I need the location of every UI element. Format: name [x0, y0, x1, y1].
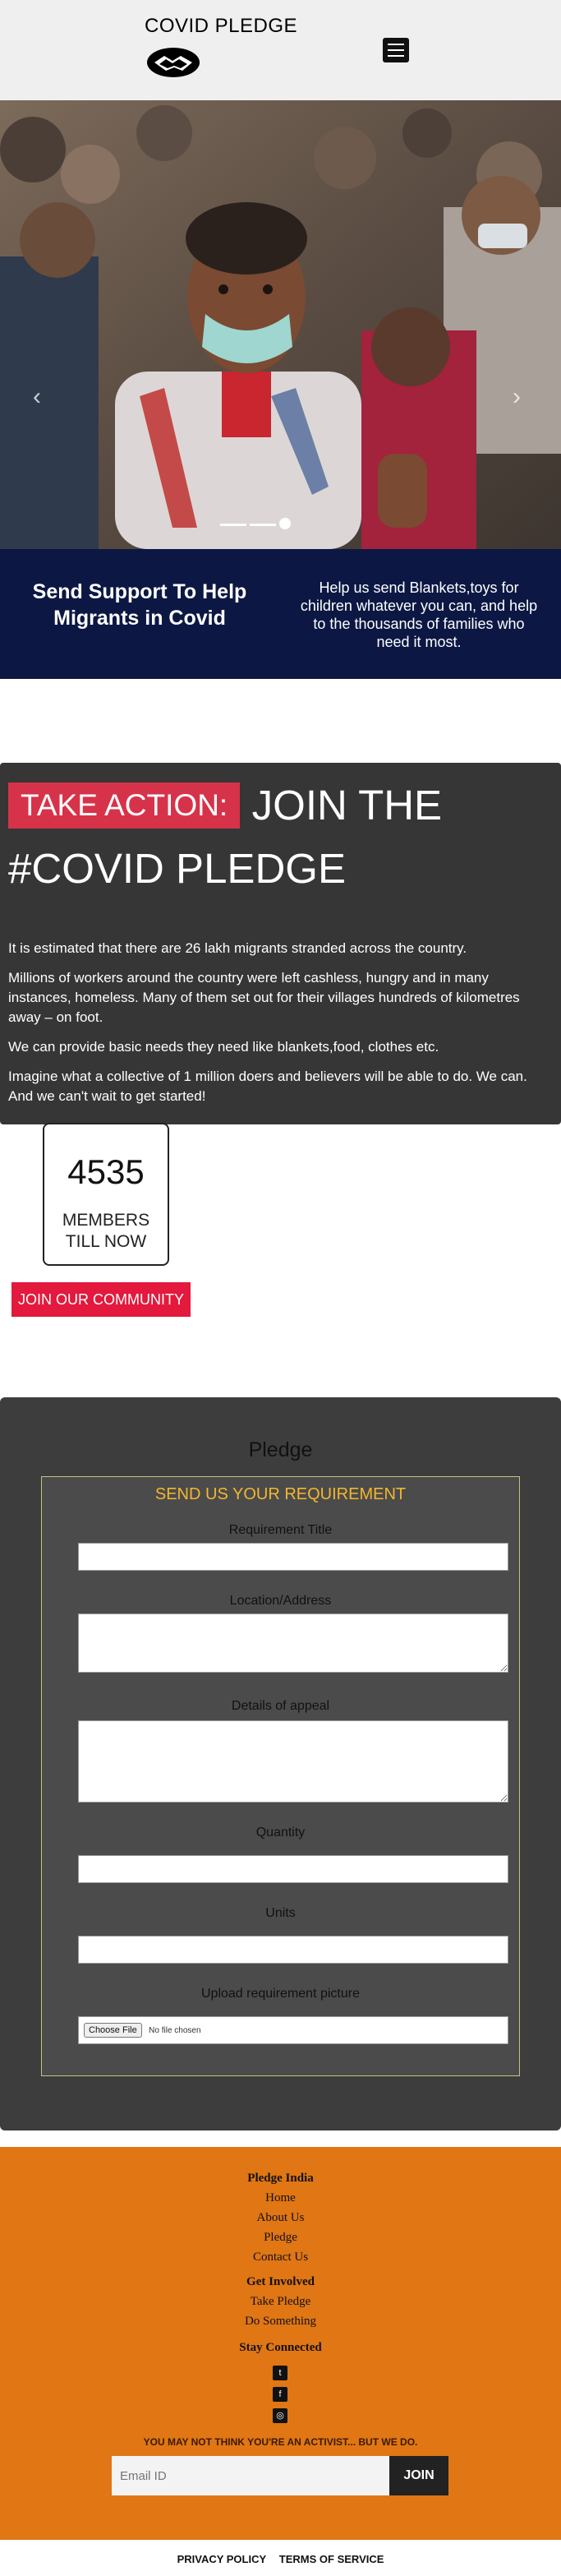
units-label: Units — [265, 1906, 296, 1920]
details-label: Details of appeal — [231, 1699, 330, 1713]
requirement-title-input[interactable] — [78, 1543, 508, 1571]
join-community-button[interactable]: JOIN OUR COMMUNITY — [11, 1282, 191, 1317]
action-paragraph: Imagine what a collective of 1 million d… — [8, 1069, 527, 1104]
location-textarea[interactable] — [78, 1613, 508, 1673]
quantity-label: Quantity — [255, 1826, 306, 1840]
hero-image — [0, 100, 561, 549]
terms-of-service-link[interactable]: TERMS OF SERVICE — [279, 2553, 384, 2565]
carousel-next-button[interactable]: › — [513, 383, 521, 411]
site-footer: Pledge India Home About Us Pledge Contac… — [0, 2147, 561, 2540]
newsletter-join-button[interactable]: JOIN — [389, 2456, 448, 2495]
banner-text: Help us send Blankets,toys for children … — [300, 579, 538, 650]
choose-file-button[interactable]: Choose File — [84, 2023, 142, 2038]
footer-heading-get-involved: Get Involved — [246, 2275, 315, 2288]
twitter-icon[interactable]: t — [273, 2366, 287, 2380]
action-description: It is estimated that there are 26 lakh m… — [8, 939, 542, 1116]
upload-label: Upload requirement picture — [201, 1987, 360, 2001]
handshake-icon[interactable] — [145, 44, 202, 81]
take-action-hashtag: #COVID PLEDGE — [8, 845, 346, 892]
pledge-section: Pledge SEND US YOUR REQUIREMENT Requirem… — [0, 1397, 561, 2131]
file-status: No file chosen — [149, 2026, 201, 2035]
details-textarea[interactable] — [78, 1720, 508, 1803]
footer-link-about-us[interactable]: About Us — [0, 2211, 561, 2225]
footer-heading-pledge-india: Pledge India — [247, 2172, 314, 2185]
carousel-indicator-1[interactable] — [220, 524, 246, 526]
action-paragraph: Millions of workers around the country w… — [8, 970, 520, 1025]
footer-link-take-pledge[interactable]: Take Pledge — [0, 2295, 561, 2309]
footer-link-contact-us[interactable]: Contact Us — [0, 2251, 561, 2264]
carousel-prev-button[interactable]: ‹ — [33, 383, 41, 411]
upload-field: Choose File No file chosen — [78, 2016, 508, 2044]
form-title: SEND US YOUR REQUIREMENT — [154, 1485, 407, 1503]
members-label: MEMBERS TILL NOW — [62, 1211, 150, 1251]
instagram-icon[interactable]: ◎ — [273, 2408, 287, 2423]
quantity-input[interactable] — [78, 1855, 508, 1883]
hero-carousel: ‹ › — [0, 100, 561, 549]
privacy-policy-link[interactable]: PRIVACY POLICY — [177, 2553, 267, 2565]
footer-heading-stay-connected: Stay Connected — [239, 2341, 322, 2354]
pledge-heading: Pledge — [248, 1438, 313, 1461]
banner-title: Send Support To Help Migrants in Covid — [32, 580, 247, 630]
site-brand[interactable]: COVID PLEDGE — [145, 15, 297, 38]
take-action-heading: JOIN THE — [251, 782, 443, 829]
site-header: COVID PLEDGE — [0, 0, 561, 100]
location-label: Location/Address — [229, 1594, 332, 1608]
requirement-title-label: Requirement Title — [228, 1523, 333, 1537]
action-paragraph: We can provide basic needs they need lik… — [8, 1039, 439, 1055]
members-counter: 4535 MEMBERS TILL NOW — [43, 1123, 169, 1266]
email-input[interactable] — [112, 2456, 389, 2495]
support-banner: Send Support To Help Migrants in Covid H… — [0, 549, 561, 679]
footer-link-do-something[interactable]: Do Something — [0, 2315, 561, 2329]
take-action-section: TAKE ACTION: JOIN THE #COVID PLEDGE It i… — [0, 763, 561, 1124]
carousel-indicators — [220, 518, 343, 531]
units-input[interactable] — [78, 1936, 508, 1964]
requirement-form: SEND US YOUR REQUIREMENT Requirement Tit… — [41, 1476, 520, 2076]
facebook-icon[interactable]: f — [273, 2387, 287, 2402]
carousel-indicator-3[interactable] — [279, 518, 291, 529]
members-count: 4535 — [67, 1152, 145, 1191]
carousel-indicator-2[interactable] — [250, 524, 276, 526]
legal-links: PRIVACY POLICY TERMS OF SERVICE — [0, 2553, 561, 2565]
footer-link-pledge[interactable]: Pledge — [0, 2231, 561, 2245]
hamburger-menu-icon[interactable] — [383, 38, 409, 62]
footer-link-home[interactable]: Home — [0, 2191, 561, 2205]
footer-tagline: YOU MAY NOT THINK YOU'RE AN ACTIVIST... … — [143, 2436, 418, 2448]
action-paragraph: It is estimated that there are 26 lakh m… — [8, 940, 467, 956]
take-action-badge: TAKE ACTION: — [8, 782, 241, 829]
